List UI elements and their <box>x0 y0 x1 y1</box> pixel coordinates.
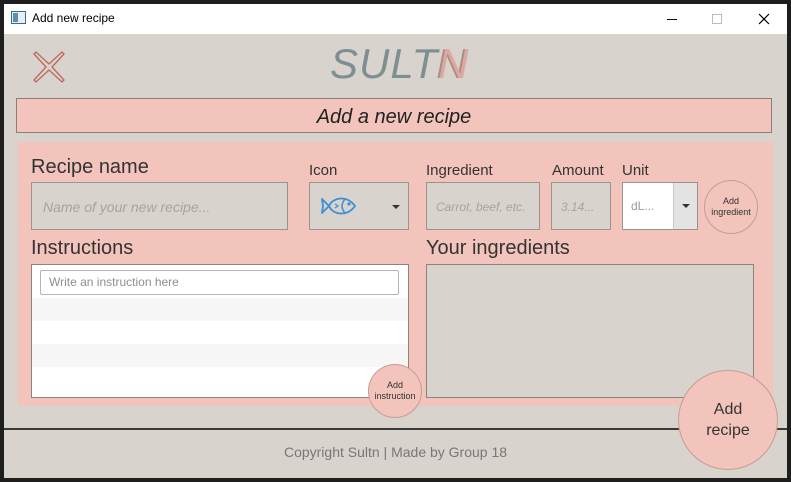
chevron-down-icon <box>392 205 400 209</box>
minimize-button[interactable] <box>649 4 695 32</box>
window-title: Add new recipe <box>32 11 115 25</box>
instruction-input[interactable]: Write an instruction here <box>40 270 399 295</box>
recipe-name-input[interactable]: Name of your new recipe... <box>31 182 288 230</box>
ingredient-label: Ingredient <box>426 162 493 179</box>
add-instruction-button[interactable]: Add instruction <box>368 364 422 418</box>
chevron-down-icon <box>682 204 690 208</box>
close-x-icon <box>33 51 65 83</box>
recipe-name-label: Recipe name <box>31 156 149 178</box>
minimize-icon <box>667 18 677 20</box>
main-content: SULTN Add a new recipe Recipe name Name … <box>4 34 787 478</box>
ingredient-input[interactable]: Carrot, beef, etc. <box>426 182 540 230</box>
fish-icon <box>321 197 357 215</box>
recipe-form-panel: Recipe name Name of your new recipe... I… <box>18 142 773 418</box>
icon-select[interactable] <box>309 182 409 230</box>
list-item <box>32 367 408 390</box>
unit-select[interactable]: dL... <box>622 182 698 230</box>
close-form-button[interactable] <box>32 50 66 84</box>
page-title: Add a new recipe <box>316 106 472 128</box>
window-close-button[interactable] <box>741 4 787 32</box>
list-item <box>32 321 408 344</box>
unit-label: Unit <box>622 162 649 179</box>
footer-divider <box>4 428 787 430</box>
unit-dropdown-button[interactable] <box>673 183 697 229</box>
app-logo: SULTN <box>330 40 470 88</box>
maximize-button[interactable] <box>694 4 740 32</box>
title-bar: Add new recipe <box>4 4 787 32</box>
maximize-icon <box>712 14 722 25</box>
amount-label: Amount <box>552 162 604 179</box>
icon-label: Icon <box>309 162 338 179</box>
app-window: Add new recipe SULTN Add a new recipe Re… <box>4 4 787 478</box>
close-icon <box>758 13 770 25</box>
list-item <box>32 344 408 367</box>
add-recipe-button[interactable]: Add recipe <box>678 370 778 470</box>
your-ingredients-label: Your ingredients <box>426 237 570 259</box>
page-title-banner: Add a new recipe <box>16 98 772 133</box>
logo-text: SULT <box>330 40 439 87</box>
unit-value: dL... <box>631 199 655 213</box>
list-item <box>32 298 408 321</box>
footer-text: Copyright Sultn | Made by Group 18 <box>283 444 508 460</box>
instructions-label: Instructions <box>31 237 134 259</box>
app-icon <box>11 11 26 24</box>
amount-input[interactable]: 3.14... <box>551 182 611 230</box>
add-ingredient-button[interactable]: Add ingredient <box>704 180 758 234</box>
logo-accent-letter: N <box>438 40 470 87</box>
instructions-list[interactable]: Write an instruction here <box>31 264 409 398</box>
